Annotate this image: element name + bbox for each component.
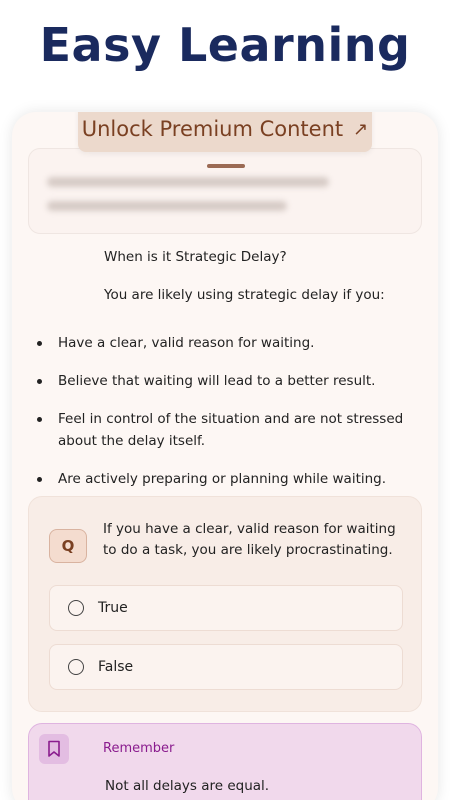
list-item: Believe that waiting will lead to a bett… [30, 370, 410, 392]
blurred-content-card [28, 148, 422, 234]
list-item-text: Have a clear, valid reason for waiting. [58, 335, 315, 351]
question-badge: Q [49, 529, 87, 563]
option-label: False [98, 659, 134, 675]
phone-screen: Unlock Premium Content ↗ When is it Stra… [12, 112, 438, 800]
bullet-dot [37, 417, 42, 422]
bullet-list: Have a clear, valid reason for waiting. … [30, 332, 410, 506]
app-headline: Easy Learning [39, 18, 411, 72]
blurred-line [47, 201, 287, 211]
arrow-up-right-icon: ↗ [353, 118, 369, 140]
option-true[interactable]: True [49, 585, 403, 631]
question-text: If you have a clear, valid reason for wa… [103, 521, 396, 558]
option-label: True [98, 600, 128, 616]
drag-handle[interactable] [207, 164, 245, 168]
blurred-line [47, 177, 329, 187]
radio-button[interactable] [68, 659, 84, 675]
lesson-heading: When is it Strategic Delay? [104, 249, 287, 265]
option-false[interactable]: False [49, 644, 403, 690]
bullet-dot [37, 341, 42, 346]
lesson-intro: You are likely using strategic delay if … [104, 287, 385, 303]
list-item-text: Are actively preparing or planning while… [58, 471, 387, 487]
list-item: Are actively preparing or planning while… [30, 468, 410, 490]
remember-title: Remember [103, 741, 175, 756]
bookmark-icon [39, 734, 69, 764]
list-item: Have a clear, valid reason for waiting. [30, 332, 410, 354]
list-item-text: Believe that waiting will lead to a bett… [58, 373, 376, 389]
unlock-premium-button[interactable]: Unlock Premium Content ↗ [78, 112, 372, 152]
bullet-dot [37, 477, 42, 482]
remember-callout: Remember Not all delays are equal. [28, 723, 422, 800]
list-item: Feel in control of the situation and are… [30, 408, 410, 452]
quiz-card: Q If you have a clear, valid reason for … [28, 496, 422, 712]
remember-body: Not all delays are equal. [105, 778, 270, 794]
radio-button[interactable] [68, 600, 84, 616]
unlock-premium-label: Unlock Premium Content [81, 117, 344, 141]
bullet-dot [37, 379, 42, 384]
list-item-text: Feel in control of the situation and are… [58, 411, 404, 449]
